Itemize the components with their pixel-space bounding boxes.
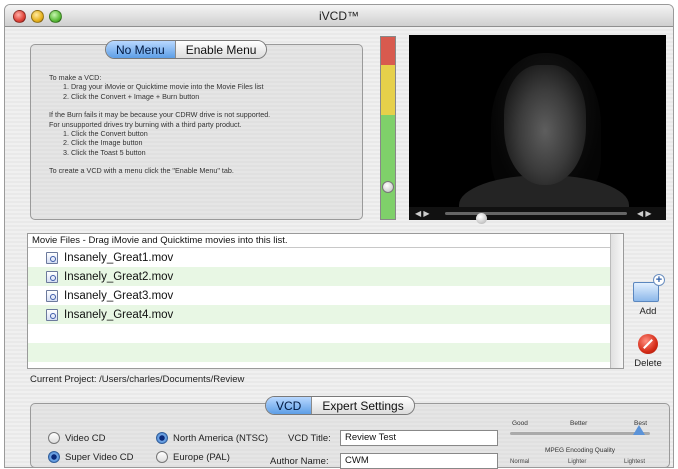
pal-radio[interactable]: Europe (PAL): [156, 451, 230, 463]
ntsc-radio[interactable]: North America (NTSC): [156, 432, 268, 444]
radio-indicator-selected: [156, 432, 168, 444]
list-item-empty: [28, 324, 623, 343]
instruction-line: 3. Click the Toast 5 button: [63, 147, 146, 157]
instruction-line: For unsupported drives try burning with …: [49, 119, 242, 129]
movie-files-list[interactable]: Movie Files - Drag iMovie and Quicktime …: [27, 233, 624, 369]
tab-expert-settings[interactable]: Expert Settings: [311, 397, 414, 414]
delete-icon: [638, 334, 658, 354]
title-bar[interactable]: iVCD™: [5, 5, 673, 27]
tab-no-menu[interactable]: No Menu: [106, 41, 175, 58]
movie-preview[interactable]: [409, 35, 666, 207]
super-video-cd-radio[interactable]: Super Video CD: [48, 451, 133, 463]
instruction-line: 1. Drag your iMovie or Quicktime movie i…: [63, 82, 264, 92]
instruction-line: To make a VCD:: [49, 73, 102, 82]
add-label: Add: [639, 306, 657, 317]
movie-files-header: Movie Files - Drag iMovie and Quicktime …: [28, 234, 623, 248]
meter-red-zone: [381, 37, 395, 65]
file-name: Insanely_Great1.mov: [64, 251, 174, 264]
vcd-title-label: VCD Title:: [288, 433, 331, 444]
super-video-cd-label: Super Video CD: [65, 451, 134, 463]
current-project-label: Current Project:: [30, 374, 97, 385]
settings-segmented-control: VCD Expert Settings: [265, 396, 415, 415]
quality-slider-thumb[interactable]: [633, 425, 645, 435]
preview-face-shape: [504, 65, 586, 185]
movie-list-scrollbar[interactable]: [610, 234, 623, 368]
quality-normal-label: Normal: [510, 459, 530, 465]
instruction-line: If the Burn fails it may be because your…: [49, 110, 271, 120]
step-forward-button[interactable]: ◀ ▶: [637, 209, 652, 218]
instructions-panel: No Menu Enable Menu To make a VCD: 1. Dr…: [30, 40, 363, 220]
quicktime-file-icon: [46, 270, 58, 283]
add-button[interactable]: + Add: [630, 274, 666, 317]
menu-mode-segmented-control: No Menu Enable Menu: [105, 40, 268, 59]
encoding-quality-slider[interactable]: Good Better Best MPEG Encoding Quality N…: [510, 420, 656, 465]
quality-good-label: Good: [512, 420, 528, 427]
quality-slider-track[interactable]: [510, 432, 650, 435]
file-name: Insanely_Great4.mov: [64, 308, 174, 321]
tab-vcd[interactable]: VCD: [266, 397, 312, 414]
author-name-label: Author Name:: [270, 456, 329, 467]
video-cd-label: Video CD: [65, 432, 106, 444]
list-item[interactable]: Insanely_Great4.mov: [28, 305, 623, 324]
add-folder-icon: +: [633, 274, 665, 302]
quality-better-label: Better: [570, 420, 588, 427]
volume-slider-knob[interactable]: [382, 181, 394, 193]
instructions-text: To make a VCD: 1. Drag your iMovie or Qu…: [49, 73, 359, 176]
list-item[interactable]: Insanely_Great3.mov: [28, 286, 623, 305]
delete-label: Delete: [634, 358, 662, 369]
current-project-path: /Users/charles/Documents/Review: [99, 374, 245, 385]
file-name: Insanely_Great3.mov: [64, 289, 174, 302]
author-name-field[interactable]: CWM: [340, 453, 498, 469]
file-name: Insanely_Great2.mov: [64, 270, 174, 283]
radio-indicator: [156, 451, 168, 463]
vcd-title-field[interactable]: Review Test: [340, 430, 498, 446]
audio-level-meter: [380, 36, 396, 220]
list-item[interactable]: Insanely_Great2.mov: [28, 267, 623, 286]
ntsc-label: North America (NTSC): [173, 432, 269, 444]
radio-indicator: [48, 432, 60, 444]
tab-enable-menu[interactable]: Enable Menu: [174, 41, 267, 58]
step-back-button[interactable]: ◀ ▶: [415, 209, 430, 218]
playback-scrubber[interactable]: [445, 212, 627, 224]
quicktime-file-icon: [46, 308, 58, 321]
window-title: iVCD™: [318, 9, 359, 23]
quicktime-file-icon: [46, 251, 58, 264]
instruction-line: 2. Click the Convert + Image + Burn butt…: [63, 91, 200, 101]
pal-label: Europe (PAL): [173, 451, 230, 463]
playback-scrubber-thumb[interactable]: [476, 213, 487, 224]
quicktime-file-icon: [46, 289, 58, 302]
list-item-empty: [28, 343, 623, 362]
instruction-line: To create a VCD with a menu click the "E…: [49, 166, 234, 176]
meter-yellow-zone: [381, 65, 395, 115]
meter-green-zone: [381, 115, 395, 219]
delete-button[interactable]: Delete: [628, 334, 668, 369]
instruction-line: 1. Click the Convert button: [63, 129, 148, 139]
quality-lighter-label: Lighter: [568, 459, 587, 465]
video-cd-radio[interactable]: Video CD: [48, 432, 106, 444]
instruction-line: 2. Click the Image button: [63, 138, 143, 148]
radio-indicator-selected: [48, 451, 60, 463]
list-item[interactable]: Insanely_Great1.mov: [28, 248, 623, 267]
player-controls: ◀ ▶ ◀ ▶: [409, 207, 666, 224]
current-project: Current Project: /Users/charles/Document…: [30, 374, 244, 385]
quality-lightest-label: Lightest: [624, 459, 646, 465]
quality-caption: MPEG Encoding Quality: [544, 447, 616, 454]
